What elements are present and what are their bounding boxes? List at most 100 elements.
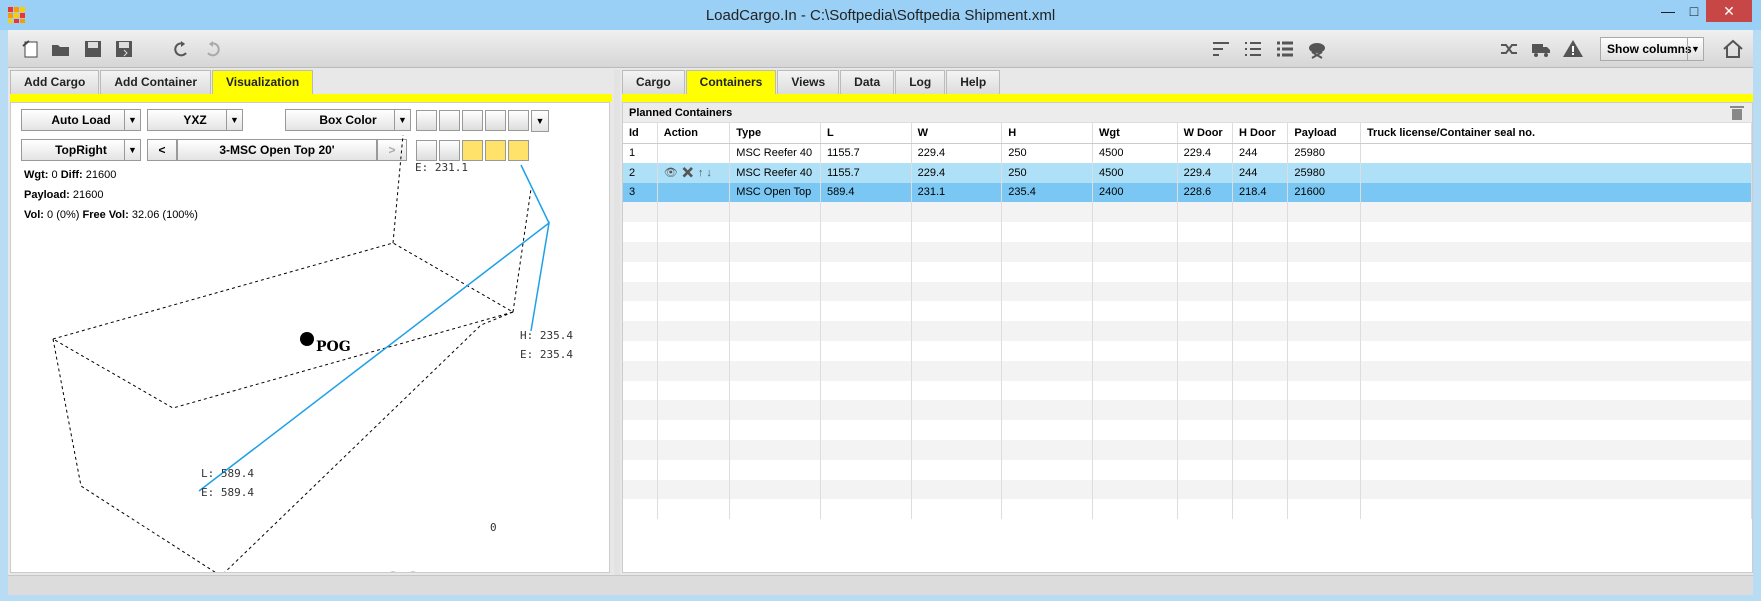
- maximize-button[interactable]: □: [1681, 0, 1707, 22]
- table-cell: [623, 420, 658, 440]
- column-header[interactable]: Payload: [1287, 123, 1361, 144]
- shuffle-icon[interactable]: [1496, 37, 1522, 61]
- table-cell: [729, 241, 821, 262]
- table-cell: [911, 241, 1003, 262]
- table-cell: [657, 439, 731, 460]
- column-header[interactable]: L: [820, 123, 912, 144]
- table-row[interactable]: 3 MSC Open Top 589.4 231.1 235.4 2400 228.6 218…: [623, 182, 1753, 203]
- tab-containers[interactable]: Containers: [685, 70, 777, 94]
- table-row: [623, 479, 1753, 500]
- table-cell: [1360, 479, 1753, 500]
- tab-visualization[interactable]: Visualization: [212, 70, 314, 94]
- table-cell: [820, 459, 912, 480]
- redo-icon[interactable]: [200, 37, 226, 61]
- new-icon[interactable]: [18, 37, 44, 61]
- column-header[interactable]: H Door: [1232, 123, 1289, 144]
- table-cell: [1001, 281, 1093, 302]
- table-cell: [1287, 420, 1361, 440]
- table-cell: [657, 400, 731, 421]
- table-cell: [1232, 400, 1289, 421]
- chevron-down-icon[interactable]: ▼: [1687, 38, 1703, 60]
- table-cell: [657, 459, 731, 480]
- table-cell: [1360, 380, 1753, 401]
- table-cell: [1360, 261, 1753, 282]
- truck-icon[interactable]: [1528, 37, 1554, 61]
- table-cell: [911, 380, 1003, 401]
- table-cell: [1232, 479, 1289, 500]
- tab-help[interactable]: Help: [946, 70, 1001, 94]
- table-cell: [623, 439, 658, 460]
- tab-log[interactable]: Log: [895, 70, 946, 94]
- tab-cargo[interactable]: Cargo: [622, 70, 685, 94]
- table-cell: [1360, 281, 1753, 302]
- left-panel: Add Cargo Add Container Visualization Au…: [10, 70, 612, 575]
- table-cell: [1360, 321, 1753, 341]
- warning-icon[interactable]: [1560, 37, 1586, 61]
- view-icon[interactable]: 👁: [664, 167, 678, 179]
- table-cell: [1092, 459, 1178, 480]
- table-cell: 25980: [1287, 143, 1361, 163]
- table-cell: [1177, 222, 1234, 242]
- table-cell: [1177, 380, 1234, 401]
- trash-icon[interactable]: [1730, 105, 1744, 121]
- list-icon[interactable]: [1240, 37, 1266, 61]
- column-header[interactable]: Action: [657, 123, 731, 144]
- table-row[interactable]: 2 👁 ✖ ↑ ↓ MSC Reefer 40 1155.7 229.4 250 4500 2…: [623, 162, 1753, 183]
- table-cell: [911, 281, 1003, 302]
- table-cell: [1232, 321, 1289, 341]
- align-left-icon[interactable]: [1208, 37, 1234, 61]
- table-row[interactable]: 1 MSC Reefer 40 1155.7 229.4 250 4500 229.4 244…: [623, 143, 1753, 163]
- table-cell: 21600: [1287, 182, 1361, 203]
- tab-add-container[interactable]: Add Container: [100, 70, 212, 94]
- column-header[interactable]: H: [1001, 123, 1093, 144]
- table-cell: [1232, 301, 1289, 322]
- list-detail-icon[interactable]: [1272, 37, 1298, 61]
- table-cell: 2: [623, 162, 658, 183]
- table-cell: [657, 143, 731, 163]
- column-header[interactable]: Id: [623, 123, 658, 144]
- visualization-canvas[interactable]: Auto Load ▼ YXZ ▼ Box Color ▼ ▼ TopRight ▼ <…: [10, 102, 610, 573]
- table-cell: [1360, 241, 1753, 262]
- table-cell: [1092, 420, 1178, 440]
- save-as-icon[interactable]: [111, 37, 137, 61]
- table-cell: [820, 222, 912, 242]
- tab-add-cargo[interactable]: Add Cargo: [10, 70, 100, 94]
- table-cell: 235.4: [1001, 182, 1093, 203]
- panel-splitter[interactable]: [614, 70, 620, 575]
- tab-views[interactable]: Views: [777, 70, 840, 94]
- move-down-icon[interactable]: ↓: [706, 167, 712, 179]
- table-cell: 1: [623, 143, 658, 163]
- table-cell: MSC Reefer 40: [729, 162, 821, 183]
- table-cell: 4500: [1092, 143, 1178, 163]
- table-cell: [1232, 360, 1289, 381]
- column-header[interactable]: Truck license/Container seal no.: [1360, 123, 1753, 144]
- table-cell: MSC Open Top: [729, 182, 821, 203]
- show-columns-button[interactable]: Show columns ▼: [1600, 37, 1704, 61]
- column-header[interactable]: Type: [729, 123, 821, 144]
- close-button[interactable]: ✕: [1706, 0, 1752, 22]
- table-cell: [911, 321, 1003, 341]
- undo-icon[interactable]: [168, 37, 194, 61]
- open-icon[interactable]: [48, 37, 74, 61]
- tab-data[interactable]: Data: [840, 70, 895, 94]
- table-cell: [623, 499, 658, 520]
- hide-view-icon[interactable]: [1304, 37, 1330, 61]
- table-cell: [1360, 222, 1753, 242]
- delete-icon[interactable]: ✖: [681, 167, 695, 179]
- table-cell: [729, 202, 821, 223]
- save-icon[interactable]: [80, 37, 106, 61]
- table-cell: [1287, 321, 1361, 341]
- table-cell: [911, 301, 1003, 322]
- table-cell: [729, 222, 821, 242]
- table-cell: [1232, 459, 1289, 480]
- table-cell: [729, 301, 821, 322]
- table-cell: [1001, 400, 1093, 421]
- column-header[interactable]: W: [911, 123, 1003, 144]
- minimize-button[interactable]: —: [1655, 0, 1681, 22]
- column-header[interactable]: W Door: [1177, 123, 1234, 144]
- column-header[interactable]: Wgt: [1092, 123, 1178, 144]
- table-cell: [1092, 340, 1178, 361]
- table-cell: 218.4: [1232, 182, 1289, 203]
- home-icon[interactable]: [1720, 37, 1746, 61]
- move-up-icon[interactable]: ↑: [698, 167, 704, 179]
